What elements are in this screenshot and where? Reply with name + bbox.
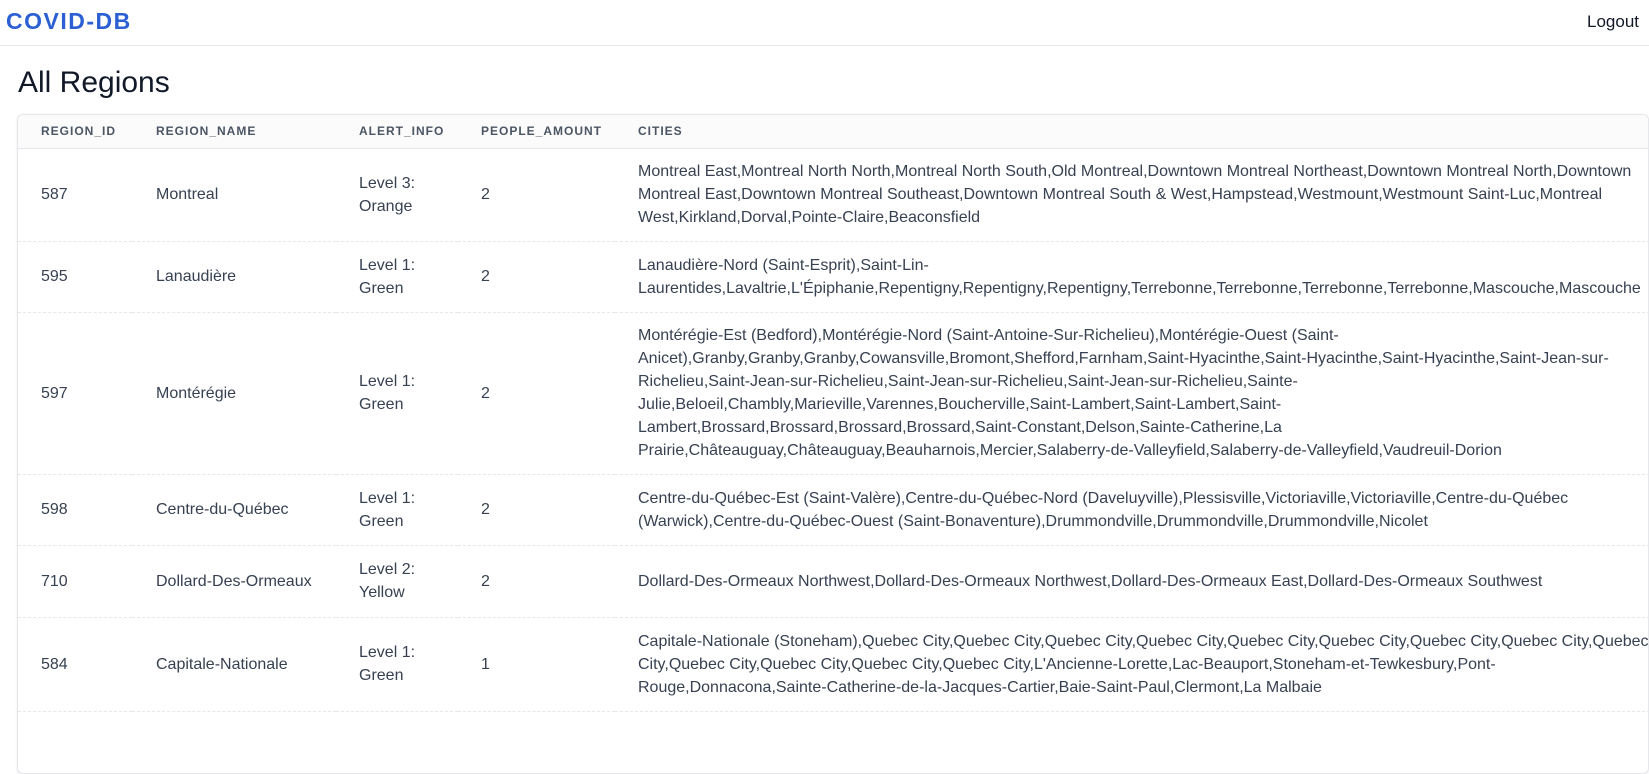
- cell-cities: Dollard-Des-Ormeaux Northwest,Dollard-De…: [638, 572, 1543, 590]
- column-header-cities[interactable]: CITIES: [615, 115, 1648, 148]
- cell-alert-info: Level 1: Green: [359, 256, 416, 297]
- cell-cities: Centre-du-Québec-Est (Saint-Valère),Cent…: [638, 489, 1569, 530]
- cell-cities: Montérégie-Est (Bedford),Montérégie-Nord…: [638, 327, 1609, 459]
- table-row[interactable]: 595 Lanaudière Level 1: Green 2 Lanaudiè…: [18, 241, 1648, 312]
- column-header-region-name[interactable]: REGION_NAME: [132, 115, 336, 148]
- cell-people-amount: 2: [481, 572, 490, 590]
- cell-people-amount: 2: [481, 501, 490, 518]
- table-row[interactable]: 587 Montreal Level 3: Orange 2 Montreal …: [18, 148, 1648, 241]
- table-row[interactable]: 710 Dollard-Des-Ormeaux Level 2: Yellow …: [18, 545, 1648, 617]
- cell-cities: Montreal East,Montreal North North,Montr…: [638, 163, 1632, 226]
- cell-region-id: 598: [41, 501, 68, 518]
- cell-region-name: Centre-du-Québec: [156, 501, 289, 518]
- cell-region-name: Montérégie: [156, 384, 237, 402]
- cell-cities: Lanaudière-Nord (Saint-Esprit),Saint-Lin…: [638, 256, 1641, 297]
- cell-region-name: Lanaudière: [156, 268, 237, 285]
- cell-alert-info: Level 1: Green: [359, 489, 416, 530]
- cell-region-id: 597: [41, 384, 68, 402]
- logout-button[interactable]: Logout: [1587, 12, 1639, 32]
- table-row[interactable]: 597 Montérégie Level 1: Green 2 Montérég…: [18, 312, 1648, 474]
- cell-people-amount: 2: [481, 384, 490, 402]
- cell-people-amount: 1: [481, 655, 490, 673]
- table-header-row: REGION_ID REGION_NAME ALERT_INFO PEOPLE_…: [18, 115, 1648, 148]
- column-header-region-id[interactable]: REGION_ID: [18, 115, 132, 148]
- regions-table: REGION_ID REGION_NAME ALERT_INFO PEOPLE_…: [18, 115, 1649, 712]
- cell-region-id: 595: [41, 268, 68, 285]
- table-row[interactable]: 584 Capitale-Nationale Level 1: Green 1 …: [18, 617, 1649, 711]
- table-row[interactable]: 598 Centre-du-Québec Level 1: Green 2 Ce…: [18, 474, 1648, 545]
- cell-people-amount: 2: [481, 186, 490, 203]
- column-header-people-amount[interactable]: PEOPLE_AMOUNT: [458, 115, 615, 148]
- cell-region-name: Montreal: [156, 186, 219, 203]
- column-header-alert-info[interactable]: ALERT_INFO: [336, 115, 458, 148]
- cell-alert-info: Level 1: Green: [359, 644, 416, 684]
- cell-cities: Capitale-Nationale (Stoneham),Quebec Cit…: [638, 632, 1649, 696]
- regions-table-card: REGION_ID REGION_NAME ALERT_INFO PEOPLE_…: [17, 114, 1649, 774]
- cell-region-name: Capitale-Nationale: [156, 655, 288, 673]
- cell-region-id: 584: [41, 655, 68, 673]
- brand-logo[interactable]: COVID-DB: [6, 8, 132, 35]
- cell-region-name: Dollard-Des-Ormeaux: [156, 572, 312, 590]
- cell-alert-info: Level 2: Yellow: [359, 561, 416, 601]
- navbar: COVID-DB Logout: [0, 0, 1649, 46]
- cell-alert-info: Level 3: Orange: [359, 174, 416, 215]
- cell-region-id: 710: [41, 572, 68, 590]
- page-title: All Regions: [18, 66, 170, 99]
- cell-alert-info: Level 1: Green: [359, 373, 416, 413]
- cell-region-id: 587: [41, 186, 68, 203]
- cell-people-amount: 2: [481, 268, 490, 285]
